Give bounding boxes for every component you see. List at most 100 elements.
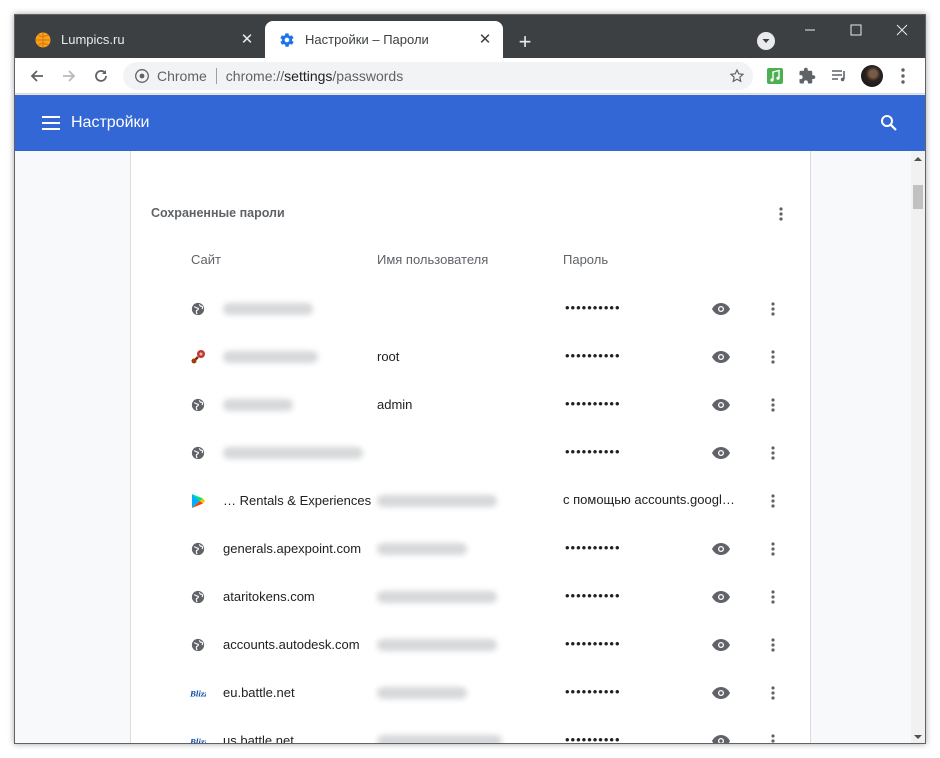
redacted-site [223, 399, 293, 411]
globe-icon [190, 445, 206, 461]
column-header-username: Имя пользователя [377, 252, 489, 267]
show-password-eye-icon[interactable] [709, 441, 733, 465]
tab-title: Lumpics.ru [61, 32, 125, 47]
password-username: admin [377, 397, 413, 412]
profile-avatar[interactable] [861, 65, 883, 87]
tab-lumpics[interactable]: Lumpics.ru ✕ [21, 21, 265, 58]
new-tab-button[interactable]: + [511, 28, 539, 56]
more-actions-icon[interactable] [761, 585, 785, 609]
tab-search-button[interactable] [757, 32, 775, 50]
forward-button[interactable] [55, 62, 83, 90]
password-value: •••••••••• [565, 732, 621, 744]
address-bar[interactable]: Chrome chrome://settings/passwords [123, 62, 753, 90]
password-row[interactable]: accounts.autodesk.com •••••••••• [131, 621, 810, 669]
minimize-icon [805, 29, 815, 31]
password-value: •••••••••• [565, 444, 621, 459]
more-actions-icon[interactable] [761, 345, 785, 369]
router-icon [190, 349, 206, 365]
password-site[interactable]: us.battle.net [223, 733, 294, 743]
redacted-site [223, 447, 363, 459]
back-button[interactable] [23, 62, 51, 90]
show-password-eye-icon[interactable] [709, 585, 733, 609]
saved-passwords-card: Сохраненные пароли Сайт Имя пользователя… [130, 151, 811, 744]
arrow-right-icon [63, 70, 76, 82]
saved-passwords-menu-button[interactable] [769, 202, 793, 226]
redacted-site [223, 351, 318, 363]
globe-icon [190, 637, 206, 653]
show-password-eye-icon[interactable] [709, 729, 733, 743]
chrome-icon [135, 69, 149, 83]
password-value: •••••••••• [565, 348, 621, 363]
password-site[interactable]: eu.battle.net [223, 685, 295, 700]
password-value: с помощью accounts.googl… [563, 492, 735, 507]
more-actions-icon[interactable] [761, 537, 785, 561]
redacted-username [377, 687, 467, 699]
tab-settings-passwords[interactable]: Настройки – Пароли ✕ [265, 21, 503, 58]
password-site[interactable]: ataritokens.com [223, 589, 315, 604]
minimize-button[interactable] [787, 15, 833, 45]
chevron-down-icon [762, 39, 770, 43]
reload-icon [95, 70, 107, 82]
settings-content: Сохраненные пароли Сайт Имя пользователя… [15, 151, 911, 744]
more-actions-icon[interactable] [761, 633, 785, 657]
more-actions-icon[interactable] [761, 393, 785, 417]
globe-icon [190, 301, 206, 317]
password-row[interactable]: generals.apexpoint.com •••••••••• [131, 525, 810, 573]
password-value: •••••••••• [565, 636, 621, 651]
more-actions-icon[interactable] [761, 729, 785, 743]
svg-text:Blizz: Blizz [190, 737, 206, 744]
tab-close-icon[interactable]: ✕ [237, 30, 257, 50]
password-row[interactable]: •••••••••• [131, 429, 810, 477]
redacted-username [377, 495, 497, 507]
toolbar: Chrome chrome://settings/passwords [15, 58, 925, 94]
more-actions-icon[interactable] [761, 441, 785, 465]
more-actions-icon[interactable] [761, 297, 785, 321]
search-icon[interactable] [877, 111, 901, 135]
password-site[interactable]: … Rentals & Experiences [223, 493, 371, 508]
reload-button[interactable] [87, 62, 115, 90]
password-value: •••••••••• [565, 540, 621, 555]
password-site[interactable]: accounts.autodesk.com [223, 637, 360, 652]
scrollbar[interactable] [911, 151, 925, 743]
globe-icon [190, 541, 206, 557]
scrollbar-thumb[interactable] [913, 185, 923, 209]
more-actions-icon[interactable] [761, 681, 785, 705]
password-row[interactable]: … Rentals & Experiences с помощью account… [131, 477, 810, 525]
omnibox-divider [215, 68, 217, 84]
show-password-eye-icon[interactable] [709, 633, 733, 657]
url-path: /passwords [332, 68, 404, 84]
password-username: root [377, 349, 400, 364]
show-password-eye-icon[interactable] [709, 681, 733, 705]
column-header-password: Пароль [563, 252, 609, 267]
more-actions-icon[interactable] [761, 489, 785, 513]
tab-close-icon[interactable]: ✕ [475, 30, 495, 50]
maximize-button[interactable] [833, 15, 879, 45]
gear-icon [279, 32, 295, 48]
password-site[interactable]: generals.apexpoint.com [223, 541, 361, 556]
close-window-button[interactable] [879, 15, 925, 45]
show-password-eye-icon[interactable] [709, 393, 733, 417]
password-row[interactable]: root •••••••••• [131, 333, 810, 381]
music-extension-icon[interactable] [761, 62, 789, 90]
bookmark-star-icon[interactable] [723, 62, 751, 90]
show-password-eye-icon[interactable] [709, 297, 733, 321]
page-scheme-label: Chrome [157, 68, 207, 84]
password-row[interactable]: Blizz eu.battle.net •••••••••• [131, 669, 810, 717]
globe-icon [190, 589, 206, 605]
extensions-puzzle-icon[interactable] [793, 62, 821, 90]
hamburger-menu-icon[interactable] [39, 111, 63, 135]
more-vert-icon [901, 68, 905, 84]
password-row[interactable]: Blizz us.battle.net •••••••••• [131, 717, 810, 744]
show-password-eye-icon[interactable] [709, 345, 733, 369]
password-row[interactable]: admin •••••••••• [131, 381, 810, 429]
password-row[interactable]: •••••••••• [131, 285, 810, 333]
scroll-up-arrow-icon[interactable] [911, 151, 925, 167]
saved-passwords-heading: Сохраненные пароли [151, 206, 285, 220]
show-password-eye-icon[interactable] [709, 537, 733, 561]
redacted-username [377, 543, 467, 555]
chrome-menu-button[interactable] [889, 62, 917, 90]
media-queue-icon[interactable] [825, 62, 853, 90]
scroll-down-arrow-icon[interactable] [911, 729, 925, 743]
redacted-username [377, 639, 497, 651]
password-row[interactable]: ataritokens.com •••••••••• [131, 573, 810, 621]
